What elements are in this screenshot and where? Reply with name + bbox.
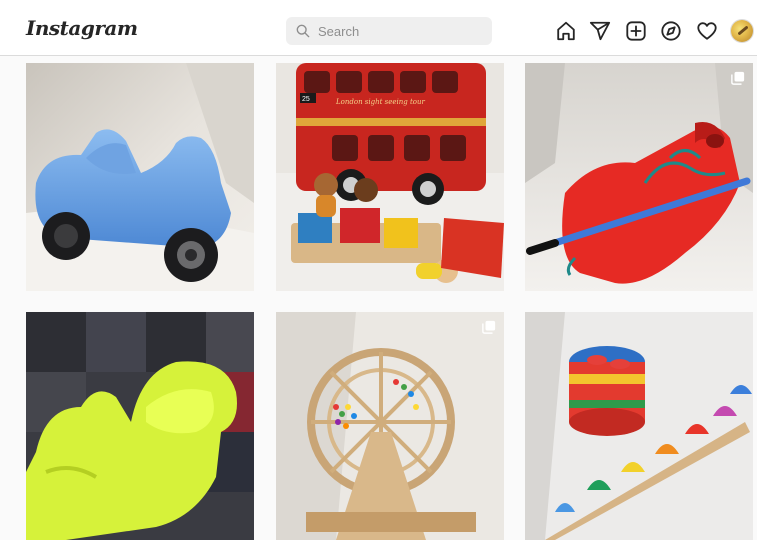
post-image: [525, 63, 753, 291]
top-navigation-bar: Instagram: [0, 0, 757, 56]
post-grid: 25 London sight seeing tour: [0, 56, 757, 540]
post-tile[interactable]: [276, 312, 504, 540]
home-icon[interactable]: [555, 20, 577, 42]
post-image: [525, 312, 753, 540]
post-tile[interactable]: [26, 63, 254, 291]
direct-message-icon[interactable]: [589, 20, 611, 42]
post-image: [26, 63, 254, 291]
instagram-logo[interactable]: Instagram: [26, 16, 138, 40]
post-tile[interactable]: 25 London sight seeing tour: [276, 63, 504, 291]
post-image: [276, 312, 504, 540]
post-image: [26, 312, 254, 540]
explore-compass-icon[interactable]: [660, 20, 682, 42]
search-box[interactable]: [286, 17, 492, 45]
post-tile[interactable]: [525, 63, 753, 291]
heart-activity-icon[interactable]: [696, 20, 718, 42]
bus-banner-text: London sight seeing tour: [335, 98, 426, 106]
post-image: 25 London sight seeing tour: [276, 63, 504, 291]
search-icon: [296, 24, 310, 38]
search-input[interactable]: [318, 23, 478, 39]
new-post-icon[interactable]: [625, 20, 647, 42]
multiple-photos-icon: [731, 71, 745, 85]
profile-avatar[interactable]: [731, 20, 753, 42]
multiple-photos-icon: [482, 320, 496, 334]
post-tile[interactable]: [525, 312, 753, 540]
post-tile[interactable]: [26, 312, 254, 540]
bus-route-number: 25: [302, 96, 310, 103]
